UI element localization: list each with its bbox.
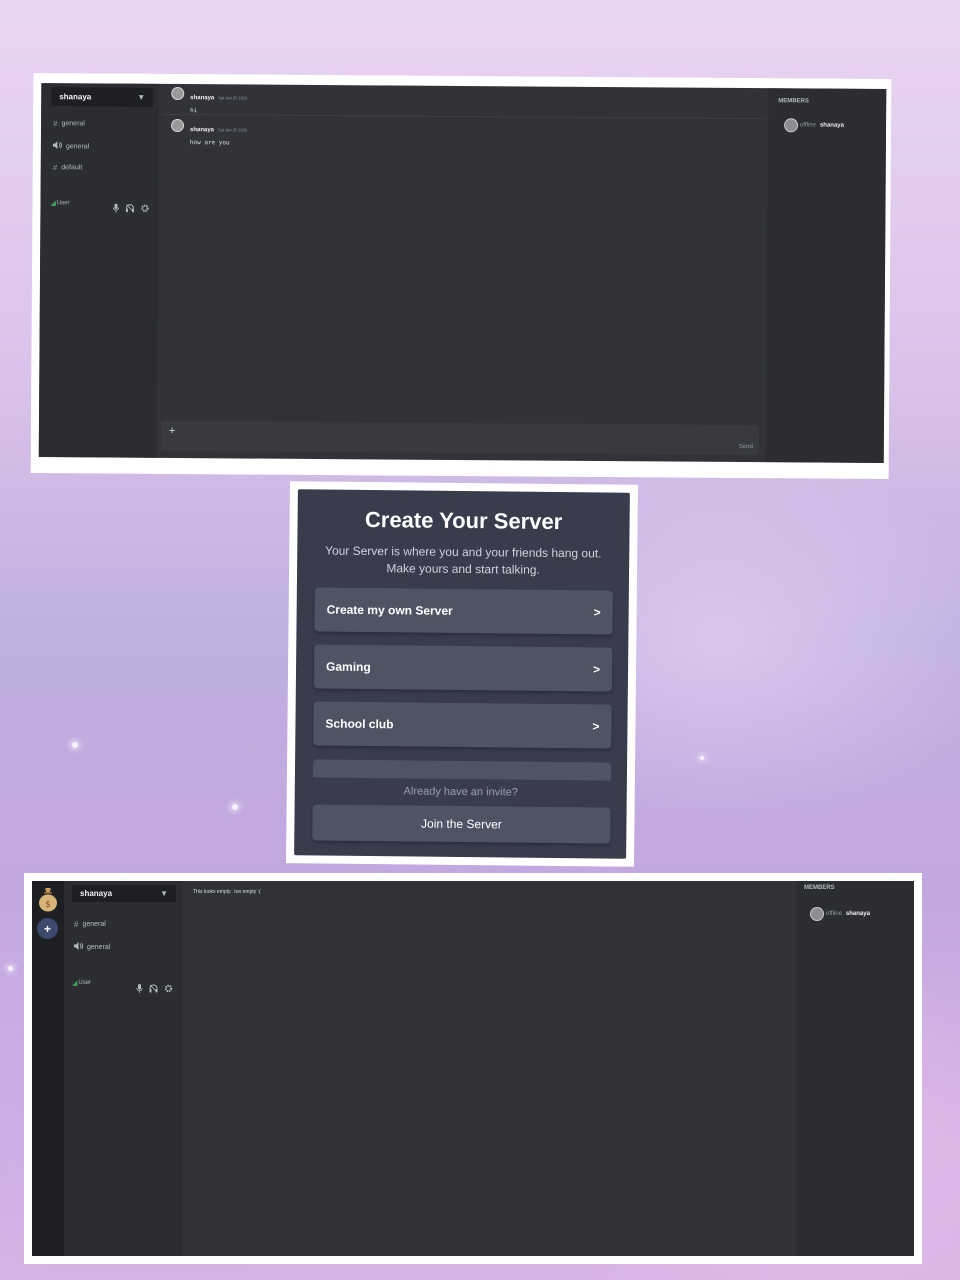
empty-state-text: This looks empty.. too empty :(	[193, 889, 261, 895]
message-timestamp: Sat Jan 25 2025	[218, 127, 248, 133]
server-name: shanaya	[80, 889, 113, 898]
channel-label: general	[65, 142, 90, 150]
server-rail: $ +	[32, 881, 64, 1256]
microphone-icon[interactable]	[136, 984, 143, 995]
modal-subtitle-line: Make yours and start talking.	[386, 561, 540, 577]
member-name: shanaya	[845, 911, 870, 917]
user-avatar-icon: ◢	[50, 200, 56, 208]
empty-server-screenshot-frame: $ + shanaya ▼ # general general ◢ User T…	[24, 873, 922, 1264]
channel-sidebar: shanaya ▼ # general general # default ◢ …	[38, 83, 160, 458]
headphones-icon[interactable]	[125, 204, 134, 215]
user-avatar	[171, 86, 185, 101]
user-controls	[136, 984, 173, 995]
option-school-club[interactable]: School club >	[313, 701, 612, 749]
settings-gear-icon[interactable]	[140, 204, 149, 215]
option-partially-scrolled[interactable]	[312, 759, 612, 781]
headphones-icon[interactable]	[149, 984, 158, 995]
channel-label: general	[87, 943, 111, 951]
create-server-screenshot-frame: Create Your Server Your Server is where …	[286, 481, 638, 867]
message-divider	[163, 113, 769, 120]
hash-icon: #	[53, 119, 58, 129]
sparkle	[8, 966, 13, 971]
user-avatar	[170, 118, 185, 133]
svg-text:$: $	[45, 900, 51, 910]
settings-gear-icon[interactable]	[164, 984, 173, 995]
option-create-own-server[interactable]: Create my own Server >	[314, 587, 613, 635]
send-button[interactable]: Send	[739, 444, 753, 450]
microphone-icon[interactable]	[112, 203, 120, 215]
channel-label: default	[61, 164, 83, 172]
channel-general-text[interactable]: # general	[74, 920, 106, 929]
member-avatar	[784, 118, 799, 133]
member-name: shanaya	[819, 122, 845, 129]
hash-icon: #	[74, 920, 79, 929]
server-name: shanaya	[59, 92, 92, 102]
speaker-icon	[74, 942, 83, 952]
empty-app-window: $ + shanaya ▼ # general general ◢ User T…	[32, 881, 914, 1256]
channel-default[interactable]: # default	[53, 163, 83, 172]
members-title: MEMBERS	[804, 885, 835, 891]
user-panel: ◢ User	[72, 979, 91, 987]
message-item: shanaya Sat Jan 25 2025 hi	[171, 86, 247, 115]
option-label: School club	[325, 716, 394, 732]
modal-subtitle: Your Server is where you and your friend…	[317, 542, 609, 579]
chevron-down-icon: ▼	[160, 889, 168, 898]
chevron-down-icon: ▼	[137, 92, 146, 102]
hash-icon: #	[52, 163, 58, 173]
chat-app-window: shanaya ▼ # general general # default ◢ …	[38, 83, 887, 463]
user-label: User	[78, 980, 92, 986]
sparkle	[700, 756, 704, 760]
member-avatar	[810, 907, 824, 921]
option-gaming[interactable]: Gaming >	[313, 644, 613, 692]
sparkle	[72, 742, 78, 748]
message-author: shanaya	[190, 95, 215, 102]
channel-general-voice[interactable]: general	[52, 141, 90, 151]
create-server-modal: Create Your Server Your Server is where …	[294, 489, 630, 859]
channel-label: general	[82, 921, 106, 928]
member-item[interactable]: offline shanaya	[784, 118, 845, 133]
option-label: Create my own Server	[326, 602, 453, 618]
message-timestamp: Sat Jan 25 2025	[218, 95, 248, 101]
member-status: offline	[800, 122, 816, 129]
server-dropdown[interactable]: shanaya ▼	[72, 885, 176, 902]
user-panel: ◢ User	[50, 199, 69, 207]
member-status: offline	[826, 911, 842, 917]
speaker-icon	[52, 141, 62, 151]
sparkle	[232, 804, 238, 810]
server-dropdown[interactable]: shanaya ▼	[51, 87, 154, 107]
chat-screenshot-frame: shanaya ▼ # general general # default ◢ …	[30, 73, 892, 479]
invite-prompt: Already have an invite?	[403, 785, 518, 799]
message-text: how are you	[189, 139, 230, 147]
members-sidebar: MEMBERS offline shanaya	[796, 881, 914, 1256]
attach-plus-icon[interactable]: +	[169, 425, 176, 437]
channel-general-voice[interactable]: general	[74, 942, 110, 952]
chevron-right-icon: >	[593, 605, 601, 620]
member-item[interactable]: offline shanaya	[810, 907, 870, 921]
plus-icon: +	[43, 921, 51, 936]
message-author: shanaya	[189, 127, 215, 134]
channel-sidebar: shanaya ▼ # general general ◢ User	[64, 881, 182, 1256]
chevron-right-icon: >	[592, 719, 600, 734]
money-bag-icon: $	[39, 888, 57, 912]
user-avatar-icon: ◢	[72, 980, 78, 987]
option-label: Gaming	[325, 659, 371, 675]
server-icon-moneybag[interactable]: $	[36, 885, 60, 913]
user-label: User	[56, 200, 70, 207]
message-composer[interactable]: + Send	[160, 420, 759, 456]
channel-label: general	[61, 120, 85, 128]
channel-general-text[interactable]: # general	[53, 119, 85, 128]
message-item: shanaya Sat Jan 25 2025 how are you	[170, 118, 248, 147]
add-server-button[interactable]: +	[37, 918, 58, 939]
members-title: MEMBERS	[778, 98, 809, 105]
modal-title: Create Your Server	[364, 506, 563, 535]
modal-subtitle-line: Your Server is where you and your friend…	[325, 543, 602, 561]
members-sidebar: MEMBERS offline shanaya	[765, 88, 887, 463]
join-server-button[interactable]: Join the Server	[312, 804, 611, 844]
user-controls	[112, 203, 149, 215]
chevron-right-icon: >	[592, 662, 601, 677]
